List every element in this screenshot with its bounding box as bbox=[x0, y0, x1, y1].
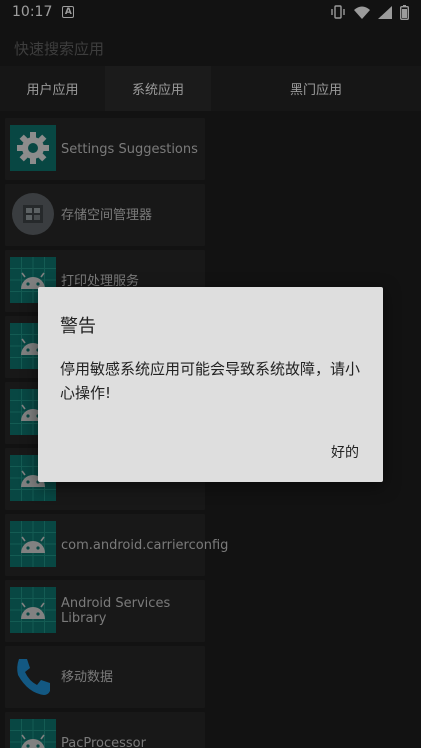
ok-button[interactable]: 好的 bbox=[331, 442, 359, 462]
warning-dialog: 警告 停用敏感系统应用可能会导致系统故障，请小心操作! 好的 bbox=[38, 287, 383, 482]
dialog-message: 停用敏感系统应用可能会导致系统故障，请小心操作! bbox=[60, 360, 361, 402]
dialog-title: 警告 bbox=[60, 316, 96, 337]
screen: 10:17 A 快速搜索应用 用户应用 系统应用 黑门应用 Settings S… bbox=[0, 0, 421, 748]
